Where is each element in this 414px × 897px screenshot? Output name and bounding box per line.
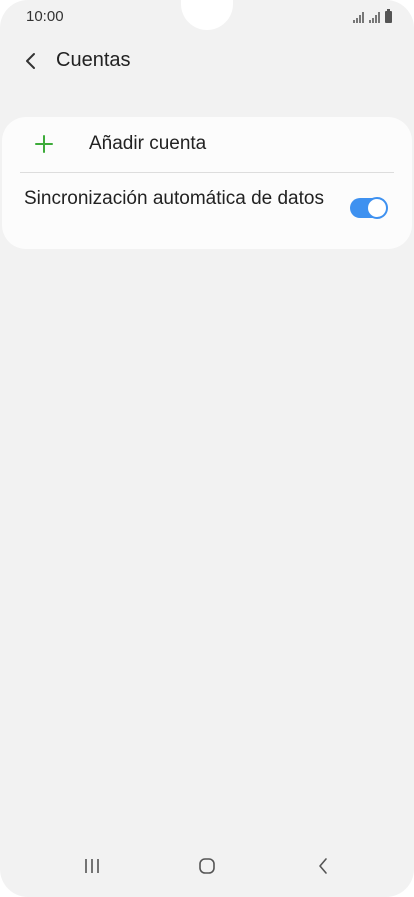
home-button[interactable] <box>187 851 227 881</box>
app-header: Cuentas <box>0 40 414 82</box>
chevron-left-icon <box>26 53 35 69</box>
auto-sync-label: Sincronización automática de datos <box>24 188 324 209</box>
system-back-button[interactable] <box>303 851 343 881</box>
signal-icon <box>353 12 364 23</box>
recent-apps-button[interactable] <box>72 851 112 881</box>
home-icon <box>199 858 215 874</box>
back-icon <box>319 858 327 874</box>
add-account-label: Añadir cuenta <box>89 133 207 154</box>
status-icons <box>353 9 392 23</box>
battery-icon <box>385 9 392 23</box>
back-button[interactable] <box>16 46 46 76</box>
navigation-bar <box>0 843 414 897</box>
status-time: 10:00 <box>26 8 64 25</box>
status-bar: 10:00 <box>0 0 414 34</box>
auto-sync-toggle[interactable] <box>350 197 388 219</box>
page-title: Cuentas <box>56 49 131 71</box>
plus-icon <box>35 135 53 153</box>
toggle-knob <box>366 197 388 219</box>
add-account-item[interactable]: Añadir cuenta <box>2 117 412 172</box>
signal-icon-secondary <box>369 12 380 23</box>
phone-screen: 10:00 Cuentas Añadir cuenta Sincronizaci… <box>0 0 414 897</box>
camera-notch <box>181 0 233 30</box>
auto-sync-item[interactable]: Sincronización automática de datos <box>2 173 412 249</box>
recent-apps-icon <box>85 859 99 873</box>
accounts-card: Añadir cuenta Sincronización automática … <box>2 117 412 249</box>
